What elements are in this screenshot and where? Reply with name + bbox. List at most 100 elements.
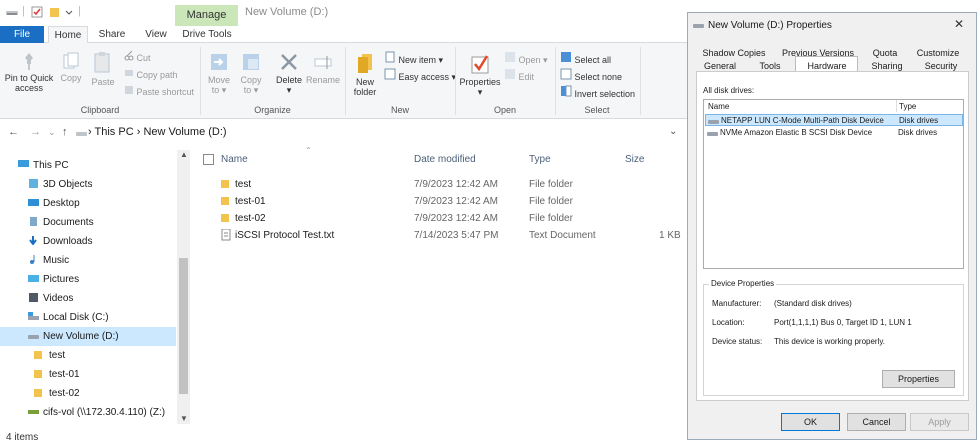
table-row[interactable]: test-02 7/9/2023 12:42 AM File folder — [195, 210, 687, 227]
up-arrow-icon[interactable]: ↑ — [62, 126, 68, 138]
invert-selection-button[interactable]: Invert selection — [560, 85, 635, 100]
paste-button[interactable]: Paste — [88, 51, 118, 87]
disk-drive-icon — [707, 132, 718, 136]
drive-name: NETAPP LUN C-Mode Multi-Path Disk Device — [721, 116, 884, 125]
drives-column-type[interactable]: Type — [899, 102, 916, 111]
copy-icon — [63, 52, 79, 69]
apply-button[interactable]: Apply — [910, 413, 969, 431]
cut-button[interactable]: Cut — [124, 50, 151, 64]
list-item[interactable]: NETAPP LUN C-Mode Multi-Path Disk Device… — [705, 114, 963, 126]
ok-button[interactable]: OK — [781, 413, 840, 431]
properties-button[interactable]: Properties ▾ — [458, 51, 502, 97]
copy-to-button[interactable]: Copy to ▾ — [237, 51, 265, 95]
nav-scrollbar-thumb[interactable] — [179, 258, 188, 394]
new-folder-button[interactable]: New folder — [350, 51, 380, 97]
forward-arrow-icon[interactable]: → — [30, 126, 41, 138]
nav-this-pc[interactable]: This PC — [18, 156, 194, 175]
separator: | — [78, 5, 81, 17]
copy-button[interactable]: Copy — [58, 51, 84, 83]
recent-dropdown-icon[interactable]: ⌄ — [48, 127, 56, 138]
status-bar: 4 items — [0, 428, 687, 447]
breadcrumb-this-pc[interactable]: This PC — [95, 126, 134, 138]
download-arrow-icon — [29, 236, 37, 245]
tab-view[interactable]: View — [137, 26, 175, 43]
properties-quick-icon[interactable] — [30, 5, 44, 19]
new-item-button[interactable]: New item ▾ — [384, 51, 443, 66]
drive-type: Disk drives — [898, 128, 938, 137]
drives-column-name[interactable]: Name — [708, 102, 729, 111]
nav-label: Downloads — [43, 236, 93, 247]
scroll-up-icon[interactable]: ▲ — [180, 150, 188, 159]
folder-icon — [34, 351, 42, 359]
paste-shortcut-button[interactable]: Paste shortcut — [124, 85, 194, 98]
scroll-down-icon[interactable]: ▼ — [180, 414, 188, 423]
pin-label: Pin to Quick access — [4, 73, 54, 93]
open-icon — [505, 52, 515, 62]
table-row[interactable]: iSCSI Protocol Test.txt 7/14/2023 5:47 P… — [195, 227, 687, 244]
drive-icon — [76, 132, 87, 136]
tab-share[interactable]: Share — [92, 26, 132, 43]
table-row[interactable]: test 7/9/2023 12:42 AM File folder — [195, 176, 687, 193]
select-none-button[interactable]: Select none — [560, 68, 622, 83]
disk-drives-list[interactable]: Name Type NETAPP LUN C-Mode Multi-Path D… — [703, 99, 964, 269]
copy-path-button[interactable]: Copy path — [124, 68, 178, 81]
manufacturer-label: Manufacturer: — [712, 299, 762, 308]
device-properties-legend: Device Properties — [709, 279, 777, 288]
move-to-button[interactable]: Move to ▾ — [205, 51, 233, 95]
open-button[interactable]: Open ▾ — [504, 51, 548, 66]
edit-icon — [505, 69, 515, 79]
column-header-date[interactable]: Date modified — [414, 154, 476, 165]
back-arrow-icon[interactable]: ← — [8, 126, 19, 138]
tab-drive-tools[interactable]: Drive Tools — [178, 26, 236, 43]
select-all-button[interactable]: Select all — [560, 51, 611, 66]
list-item[interactable]: NVMe Amazon Elastic B SCSI Disk Device D… — [705, 127, 963, 139]
drive-name: NVMe Amazon Elastic B SCSI Disk Device — [720, 128, 873, 137]
file-name: test — [235, 179, 252, 190]
nav-label: cifs-vol (\\172.30.4.110) (Z:) — [43, 407, 166, 418]
chevron-down-icon[interactable] — [64, 5, 74, 19]
easy-access-button[interactable]: Easy access ▾ — [384, 68, 456, 83]
breadcrumb-separator: › — [133, 126, 144, 138]
device-properties-button[interactable]: Properties — [882, 370, 955, 388]
cancel-button[interactable]: Cancel — [847, 413, 906, 431]
nav-label: Videos — [43, 293, 74, 304]
cut-label: Cut — [136, 53, 151, 63]
folder-icon — [34, 370, 42, 378]
select-group-label: Select — [584, 105, 610, 115]
pin-icon — [25, 53, 33, 70]
invert-selection-icon — [561, 85, 572, 97]
table-row[interactable]: test-01 7/9/2023 12:42 AM File folder — [195, 193, 687, 210]
tab-home[interactable]: Home — [48, 26, 88, 44]
edit-button[interactable]: Edit — [504, 68, 534, 83]
pin-to-quick-access-button[interactable]: Pin to Quick access — [4, 51, 54, 93]
tab-shadow-copies[interactable]: Shadow Copies — [700, 47, 768, 59]
breadcrumb[interactable]: › This PC › New Volume (D:) — [88, 126, 227, 138]
select-all-checkbox[interactable] — [203, 154, 214, 165]
location-label: Location: — [712, 318, 745, 327]
column-header-type[interactable]: Type — [529, 154, 551, 165]
close-icon[interactable]: ✕ — [954, 17, 964, 31]
breadcrumb-volume[interactable]: New Volume (D:) — [143, 126, 226, 138]
tab-file[interactable]: File — [0, 26, 44, 43]
column-header-name[interactable]: Name — [221, 154, 248, 165]
nav-new-volume-d[interactable]: New Volume (D:) — [0, 327, 176, 346]
manage-context-tab[interactable]: Manage — [175, 5, 238, 26]
properties-label: Properties — [459, 77, 501, 87]
new-folder-quick-icon[interactable] — [48, 5, 62, 19]
tab-quota[interactable]: Quota — [866, 47, 904, 59]
file-date: 7/9/2023 12:42 AM — [414, 213, 498, 224]
location-value: Port(1,1,1,1) Bus 0, Target ID 1, LUN 1 — [774, 318, 912, 327]
tab-customize[interactable]: Customize — [912, 47, 964, 59]
rename-button[interactable]: Rename — [306, 51, 340, 85]
address-dropdown-icon[interactable]: ⌄ — [669, 126, 677, 137]
scissors-icon — [124, 50, 134, 61]
new-item-label: New item — [398, 55, 437, 65]
folder-icon — [221, 180, 229, 188]
select-none-label: Select none — [574, 72, 623, 82]
dialog-title: New Volume (D:) Properties — [708, 20, 832, 31]
open-group-label: Open — [493, 105, 517, 115]
copy-label: Copy — [60, 73, 82, 83]
desktop-folder-icon — [28, 199, 39, 206]
column-header-size[interactable]: Size — [625, 154, 644, 165]
delete-button[interactable]: Delete ▾ — [274, 51, 304, 95]
